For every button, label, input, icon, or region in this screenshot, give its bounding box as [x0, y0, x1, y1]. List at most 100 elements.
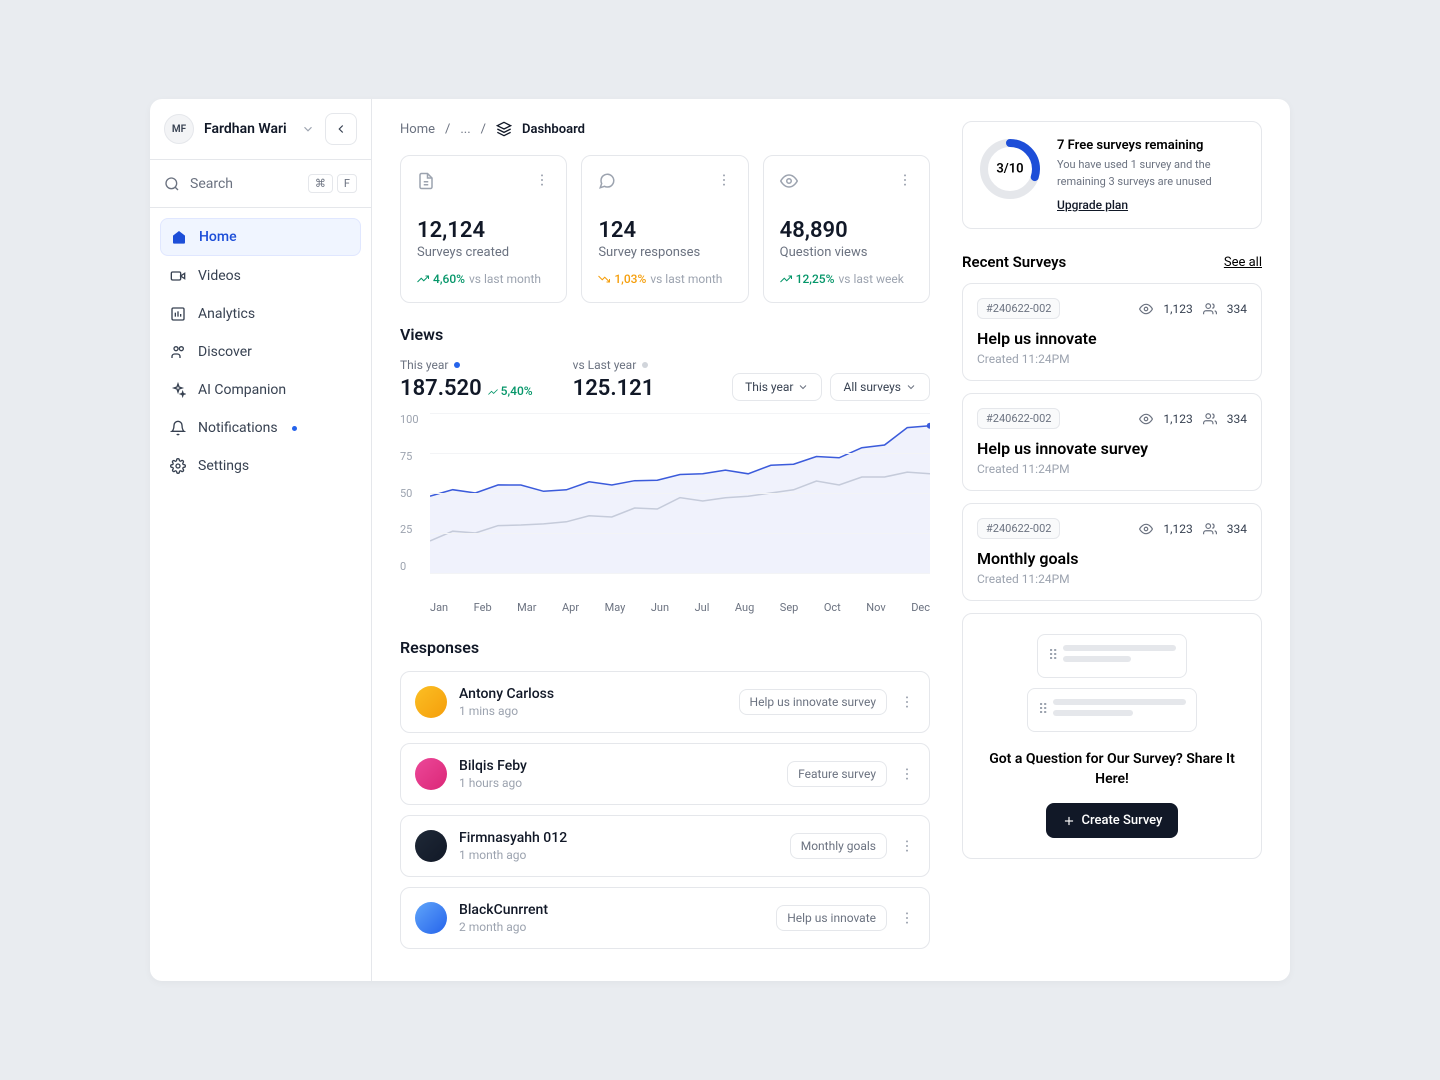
create-survey-button[interactable]: Create Survey: [1046, 803, 1179, 838]
user-menu[interactable]: MF Fardhan Wari: [150, 99, 371, 160]
users-icon: [1203, 302, 1217, 316]
center-column: Home / ... / Dashboard 12,124 Surveys cr…: [400, 121, 930, 959]
metric-last-year: vs Last year 125.121: [573, 358, 655, 401]
response-item[interactable]: Antony Carloss1 mins ago Help us innovat…: [400, 671, 930, 733]
cta-text: Got a Question for Our Survey? Share It …: [979, 750, 1245, 789]
eye-icon: [1139, 412, 1153, 426]
avatar: [415, 830, 447, 862]
drag-icon: ⠿: [1038, 702, 1045, 718]
breadcrumb-current: Dashboard: [522, 122, 585, 137]
y-axis: 100 75 50 25 0: [400, 413, 419, 573]
username: Fardhan Wari: [204, 121, 291, 137]
quota-card: 3/10 7 Free surveys remaining You have u…: [962, 121, 1262, 229]
nav-videos[interactable]: Videos: [160, 258, 361, 294]
nav-analytics[interactable]: Analytics: [160, 296, 361, 332]
dot-icon: [454, 362, 460, 368]
survey-tag: Feature survey: [787, 761, 887, 787]
avatar: [415, 686, 447, 718]
see-all-link[interactable]: See all: [1224, 255, 1262, 270]
survey-tag: Help us innovate: [776, 905, 887, 931]
sidebar: MF Fardhan Wari Search ⌘ F Home Videos A…: [150, 99, 372, 981]
gear-icon: [170, 458, 186, 474]
video-icon: [170, 268, 186, 284]
search-shortcut: ⌘ F: [308, 174, 357, 193]
more-icon[interactable]: [899, 838, 915, 854]
nav-settings[interactable]: Settings: [160, 448, 361, 484]
filter-surveys[interactable]: All surveys: [830, 373, 930, 401]
trend: 12,25% vs last week: [780, 272, 913, 286]
more-icon[interactable]: [899, 766, 915, 782]
more-icon[interactable]: [899, 910, 915, 926]
drag-icon: ⠿: [1048, 648, 1055, 664]
analytics-icon: [170, 306, 186, 322]
responses-list: Antony Carloss1 mins ago Help us innovat…: [400, 671, 930, 949]
nav-home[interactable]: Home: [160, 218, 361, 256]
survey-card[interactable]: #240622-002 1,123 334 Monthly goals Crea…: [962, 503, 1262, 601]
eye-icon: [1139, 522, 1153, 536]
trend-up-icon: [780, 273, 792, 285]
trend: 1,03% vs last month: [598, 272, 731, 286]
survey-card[interactable]: #240622-002 1,123 334 Help us innovate C…: [962, 283, 1262, 381]
sparkle-icon: [170, 382, 186, 398]
avatar: [415, 758, 447, 790]
notification-dot-icon: [292, 426, 297, 431]
chat-icon: [598, 172, 616, 190]
recent-title: Recent Surveys: [962, 253, 1066, 271]
trend-up-icon: [488, 387, 498, 397]
nav-discover[interactable]: Discover: [160, 334, 361, 370]
recent-header: Recent Surveys See all: [962, 253, 1262, 271]
collapse-sidebar-button[interactable]: [325, 113, 357, 145]
nav-notifications[interactable]: Notifications: [160, 410, 361, 446]
stats-row: 12,124 Surveys created 4,60% vs last mon…: [400, 155, 930, 303]
upgrade-plan-link[interactable]: Upgrade plan: [1057, 198, 1245, 212]
right-column: 3/10 7 Free surveys remaining You have u…: [962, 121, 1262, 959]
response-item[interactable]: Bilqis Feby1 hours ago Feature survey: [400, 743, 930, 805]
chevron-down-icon: [797, 381, 809, 393]
search-placeholder: Search: [190, 176, 298, 192]
survey-card[interactable]: #240622-002 1,123 334 Help us innovate s…: [962, 393, 1262, 491]
nav-ai-companion[interactable]: AI Companion: [160, 372, 361, 408]
more-icon[interactable]: [534, 172, 550, 188]
avatar: MF: [164, 114, 194, 144]
views-header: This year 187.520 5,40% vs Last year 125…: [400, 358, 930, 401]
metric-this-year: This year 187.520 5,40%: [400, 358, 533, 401]
users-icon: [1203, 522, 1217, 536]
discover-icon: [170, 344, 186, 360]
users-icon: [1203, 412, 1217, 426]
views-chart: 100 75 50 25 0: [400, 413, 930, 593]
response-item[interactable]: BlackCunrrent2 month ago Help us innovat…: [400, 887, 930, 949]
home-icon: [171, 229, 187, 245]
chevron-down-icon: [905, 381, 917, 393]
document-icon: [417, 172, 435, 190]
stat-question-views: 48,890 Question views 12,25% vs last wee…: [763, 155, 930, 303]
avatar: [415, 902, 447, 934]
x-axis: JanFebMarAprMayJunJulAugSepOctNovDec: [430, 601, 930, 614]
main: Home / ... / Dashboard 12,124 Surveys cr…: [372, 99, 1290, 981]
quota-donut: 3/10: [979, 138, 1041, 200]
filter-period[interactable]: This year: [732, 373, 822, 401]
chevron-left-icon: [334, 122, 348, 136]
search-icon: [164, 176, 180, 192]
trend-up-icon: [417, 273, 429, 285]
response-item[interactable]: Firmnasyahh 0121 month ago Monthly goals: [400, 815, 930, 877]
app-frame: MF Fardhan Wari Search ⌘ F Home Videos A…: [150, 99, 1290, 981]
chevron-down-icon: [301, 122, 315, 136]
trend-down-icon: [598, 273, 610, 285]
stat-survey-responses: 124 Survey responses 1,03% vs last month: [581, 155, 748, 303]
views-title: Views: [400, 325, 930, 344]
more-icon[interactable]: [716, 172, 732, 188]
trend: 4,60% vs last month: [417, 272, 550, 286]
more-icon[interactable]: [897, 172, 913, 188]
cta-card: ⠿ ⠿ Got a Question for Our Survey? Share…: [962, 613, 1262, 859]
eye-icon: [1139, 302, 1153, 316]
more-icon[interactable]: [899, 694, 915, 710]
breadcrumb-home[interactable]: Home: [400, 122, 435, 137]
dot-icon: [642, 362, 648, 368]
nav: Home Videos Analytics Discover AI Compan…: [150, 208, 371, 496]
search-input[interactable]: Search ⌘ F: [150, 160, 371, 208]
layers-icon: [496, 121, 512, 137]
breadcrumb-dots[interactable]: ...: [460, 122, 470, 137]
eye-icon: [780, 172, 798, 190]
bell-icon: [170, 420, 186, 436]
survey-tag: Help us innovate survey: [739, 689, 887, 715]
